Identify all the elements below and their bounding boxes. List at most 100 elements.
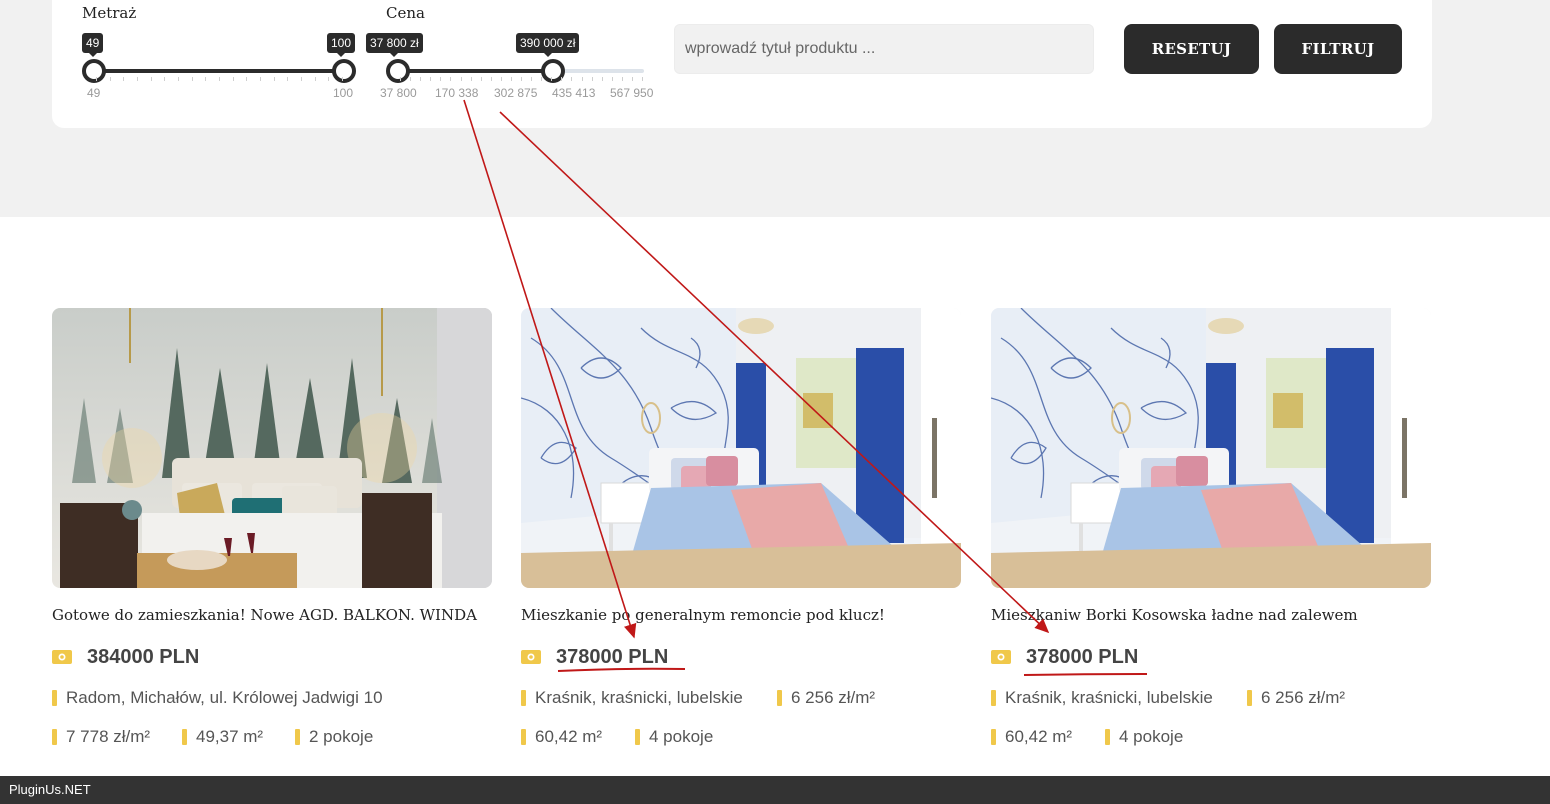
listing-area: 49,37 m² — [182, 727, 263, 747]
price-filter-label: Cena — [386, 4, 425, 22]
area-max-tooltip: 100 — [327, 33, 356, 57]
listing-location: Kraśnik, kraśnicki, lubelskie — [521, 688, 743, 708]
banknote-icon — [52, 650, 72, 664]
listing-price: 384000 PLN — [87, 645, 200, 668]
slider-minor-tick — [178, 77, 179, 81]
slider-minor-tick — [500, 77, 502, 81]
price-tick-label: 302 875 — [494, 86, 538, 100]
slider-minor-tick — [137, 77, 138, 81]
slider-minor-tick — [621, 77, 623, 81]
listing-price-per-m2-text: 6 256 zł/m² — [791, 688, 876, 707]
slider-minor-tick — [260, 77, 261, 81]
yellow-bar-icon — [52, 729, 57, 745]
listing-title[interactable]: Mieszkanie po generalnym remoncie pod kl… — [521, 606, 885, 624]
listing-price-per-m2: 6 256 zł/m² — [777, 688, 875, 708]
listing-location-text: Radom, Michałów, ul. Królowej Jadwigi 10 — [66, 688, 383, 707]
listing-rooms: 4 pokoje — [635, 727, 713, 747]
listing-price-per-m2-text: 6 256 zł/m² — [1261, 688, 1346, 707]
slider-minor-tick — [246, 77, 248, 81]
area-slider-min-handle[interactable] — [82, 59, 106, 83]
listing-price-per-m2-text: 7 778 zł/m² — [66, 727, 151, 746]
listing-photo-bedroom-blue[interactable] — [521, 308, 961, 588]
slider-minor-tick — [164, 77, 166, 81]
price-min-tooltip: 37 800 zł — [366, 33, 423, 57]
slider-minor-tick — [342, 77, 343, 81]
slider-minor-tick — [581, 77, 583, 81]
price-max-tooltip: 390 000 zł — [516, 33, 580, 57]
slider-minor-tick — [328, 77, 330, 81]
slider-minor-tick — [631, 77, 633, 81]
slider-minor-tick — [96, 77, 97, 81]
slider-minor-tick — [531, 77, 533, 81]
listing-rooms-text: 4 pokoje — [1119, 727, 1184, 746]
slider-minor-tick — [510, 77, 512, 81]
slider-minor-tick — [273, 77, 275, 81]
slider-minor-tick — [420, 77, 422, 81]
listing-card[interactable]: Gotowe do zamieszkania! Nowe AGD. BALKON… — [52, 308, 492, 746]
yellow-bar-icon — [52, 690, 57, 706]
filter-button[interactable]: FILTRUJ — [1274, 24, 1402, 74]
slider-minor-tick — [470, 77, 472, 81]
price-slider-min-handle[interactable] — [386, 59, 410, 83]
listing-card[interactable]: Mieszkaniw Borki Kosowska ładne nad zale… — [991, 308, 1431, 746]
banknote-icon — [521, 650, 541, 664]
listing-rooms: 4 pokoje — [1105, 727, 1183, 747]
banknote-icon — [991, 650, 1011, 664]
slider-minor-tick — [287, 77, 289, 81]
listing-card[interactable]: Mieszkanie po generalnym remoncie pod kl… — [521, 308, 961, 746]
price-slider-range[interactable] — [398, 69, 553, 73]
slider-minor-tick — [601, 77, 603, 81]
listing-rooms: 2 pokoje — [295, 727, 373, 747]
slider-minor-tick — [541, 77, 543, 81]
listing-area-text: 60,42 m² — [535, 727, 603, 746]
price-tick-label: 170 338 — [435, 86, 479, 100]
listing-area-text: 49,37 m² — [196, 727, 264, 746]
listing-price-row: 384000 PLN — [52, 645, 199, 669]
listing-price-per-m2: 6 256 zł/m² — [1247, 688, 1345, 708]
listing-photo-bedroom-forest[interactable] — [52, 308, 492, 588]
yellow-bar-icon — [991, 729, 996, 745]
listing-title[interactable]: Gotowe do zamieszkania! Nowe AGD. BALKON… — [52, 606, 477, 624]
slider-minor-tick — [109, 77, 111, 81]
listing-area: 60,42 m² — [991, 727, 1072, 747]
product-title-search-input[interactable] — [674, 24, 1094, 74]
slider-minor-tick — [480, 77, 482, 81]
slider-minor-tick — [150, 77, 152, 81]
price-tick-label: 37 800 — [380, 86, 417, 100]
yellow-bar-icon — [635, 729, 640, 745]
listing-location: Radom, Michałów, ul. Królowej Jadwigi 10 — [52, 688, 383, 708]
listing-rooms-text: 4 pokoje — [649, 727, 714, 746]
slider-minor-tick — [410, 77, 412, 81]
annotation-underline — [557, 667, 686, 672]
area-tick-label: 100 — [333, 86, 354, 100]
price-tick-label: 435 413 — [552, 86, 596, 100]
slider-minor-tick — [191, 77, 193, 81]
listing-photo-bedroom-blue[interactable] — [991, 308, 1431, 588]
area-slider-track[interactable] — [94, 69, 344, 73]
listing-price: 378000 PLN — [556, 645, 669, 668]
yellow-bar-icon — [521, 690, 526, 706]
slider-minor-tick — [561, 77, 563, 81]
yellow-bar-icon — [182, 729, 187, 745]
listing-location-text: Kraśnik, kraśnicki, lubelskie — [1005, 688, 1213, 707]
slider-minor-tick — [232, 77, 234, 81]
slider-minor-tick — [219, 77, 220, 81]
yellow-bar-icon — [777, 690, 782, 706]
reset-button[interactable]: RESETUJ — [1124, 24, 1259, 74]
yellow-bar-icon — [1105, 729, 1110, 745]
listing-price-row: 378000 PLN — [991, 645, 1138, 669]
area-filter-label: Metraż — [82, 4, 137, 22]
listing-rooms-text: 2 pokoje — [309, 727, 374, 746]
slider-minor-tick — [460, 77, 462, 81]
listing-title[interactable]: Mieszkaniw Borki Kosowska ładne nad zale… — [991, 606, 1358, 624]
area-slider-max-handle[interactable] — [332, 59, 356, 83]
yellow-bar-icon — [521, 729, 526, 745]
slider-minor-tick — [450, 77, 452, 81]
footer-bar: PluginUs.NET — [0, 776, 1550, 804]
listing-area-text: 60,42 m² — [1005, 727, 1073, 746]
slider-minor-tick — [123, 77, 125, 81]
slider-minor-tick — [490, 77, 492, 81]
listing-location: Kraśnik, kraśnicki, lubelskie — [991, 688, 1213, 708]
slider-minor-tick — [611, 77, 613, 81]
yellow-bar-icon — [295, 729, 300, 745]
